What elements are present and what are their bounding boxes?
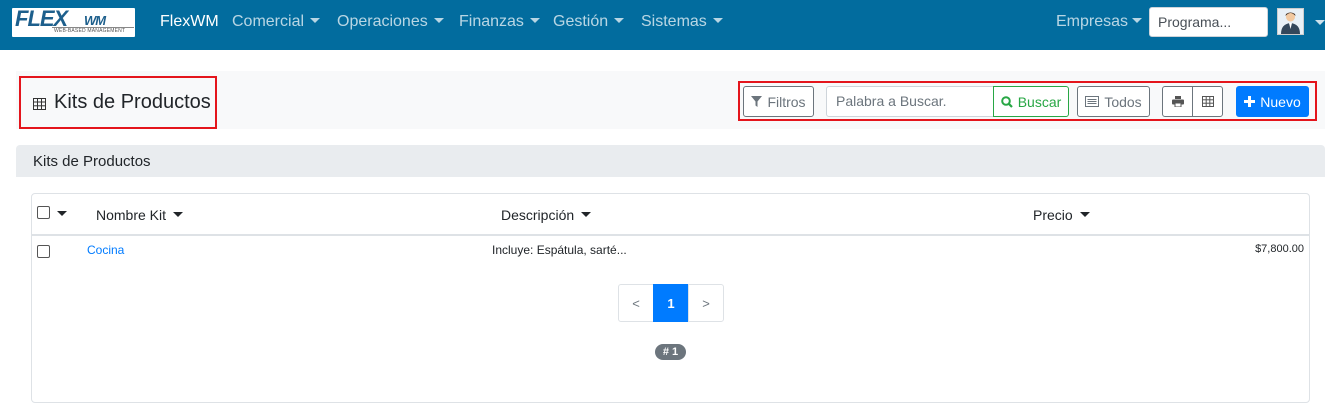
menu-empresas[interactable]: Empresas xyxy=(1056,13,1143,31)
chevron-down-icon xyxy=(1132,18,1143,23)
sort-chevron-icon xyxy=(1079,212,1090,217)
program-search-input[interactable]: Programa... xyxy=(1149,7,1268,37)
chevron-down-icon xyxy=(433,18,444,23)
plus-icon xyxy=(1244,96,1256,107)
flexwm-logo[interactable]: FLEX WM WEB-BASED MANAGEMENT xyxy=(12,8,135,37)
filter-icon xyxy=(751,96,763,107)
select-options-chevron-icon[interactable] xyxy=(57,211,67,216)
menu-operaciones[interactable]: Operaciones xyxy=(337,13,444,31)
menu-finanzas[interactable]: Finanzas xyxy=(459,13,540,31)
next-page-button[interactable]: > xyxy=(688,284,724,322)
logo-suffix: WM xyxy=(84,13,106,28)
column-header-descripcion[interactable]: Descripción xyxy=(501,207,592,223)
kit-description: Incluye: Espátula, sarté... xyxy=(492,243,627,257)
chevron-down-icon xyxy=(712,18,723,23)
list-icon xyxy=(1085,96,1100,107)
sort-chevron-icon xyxy=(581,212,592,217)
section-title: Kits de Productos xyxy=(33,153,151,170)
menu-gestion[interactable]: Gestión xyxy=(553,13,625,31)
search-input[interactable]: Palabra a Buscar. xyxy=(826,86,994,117)
print-icon xyxy=(1171,96,1184,107)
search-button[interactable]: Buscar xyxy=(993,86,1069,117)
search-icon xyxy=(1000,95,1013,108)
user-icon xyxy=(1278,9,1303,34)
chevron-down-icon xyxy=(310,18,321,23)
show-all-button[interactable]: Todos xyxy=(1077,86,1150,117)
column-header-nombre-kit[interactable]: Nombre Kit xyxy=(96,207,184,223)
row-checkbox[interactable] xyxy=(37,245,50,258)
table-icon xyxy=(33,97,46,115)
chevron-down-icon[interactable] xyxy=(1315,20,1325,25)
prev-page-button[interactable]: < xyxy=(618,284,654,322)
print-button[interactable] xyxy=(1162,86,1193,117)
user-avatar[interactable] xyxy=(1277,8,1304,35)
filters-button[interactable]: Filtros xyxy=(743,86,814,117)
record-count-badge: # 1 xyxy=(655,344,686,360)
top-navbar: FLEX WM WEB-BASED MANAGEMENT FlexWM Come… xyxy=(0,0,1325,50)
table-icon xyxy=(1201,96,1214,107)
kit-name-link[interactable]: Cocina xyxy=(87,243,124,257)
table-header-divider xyxy=(31,234,1310,236)
sort-chevron-icon xyxy=(173,212,184,217)
grid-view-button[interactable] xyxy=(1192,86,1223,117)
chevron-down-icon xyxy=(529,18,540,23)
new-button[interactable]: Nuevo xyxy=(1236,86,1309,117)
brand-link[interactable]: FlexWM xyxy=(160,13,219,31)
menu-sistemas[interactable]: Sistemas xyxy=(641,13,723,31)
select-all-checkbox[interactable] xyxy=(37,206,50,219)
chevron-down-icon xyxy=(614,18,625,23)
menu-comercial[interactable]: Comercial xyxy=(232,13,321,31)
column-header-precio[interactable]: Precio xyxy=(1033,207,1090,223)
logo-tagline: WEB-BASED MANAGEMENT xyxy=(54,28,126,34)
page-title: Kits de Productos xyxy=(54,91,211,113)
section-header xyxy=(16,145,1325,177)
kit-price: $7,800.00 xyxy=(1255,243,1304,255)
page-1-button[interactable]: 1 xyxy=(653,284,689,322)
